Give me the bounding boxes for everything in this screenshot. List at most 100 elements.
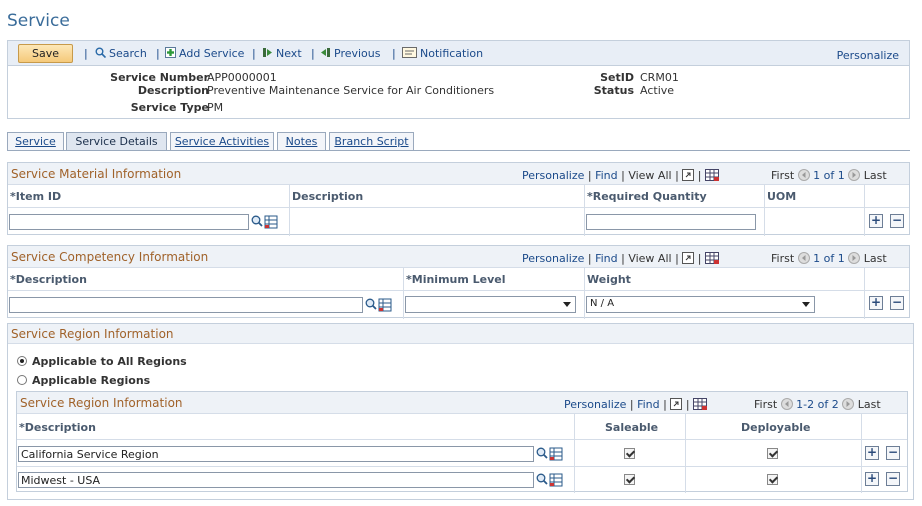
first-label[interactable]: First	[754, 398, 777, 411]
zoom-icon[interactable]	[682, 252, 695, 264]
toolbar: Save | Search | Add Service | Next | Pre…	[7, 40, 910, 66]
delete-row-button[interactable]: −	[886, 446, 900, 460]
delete-row-button[interactable]: −	[886, 472, 900, 486]
required-quantity-input[interactable]	[586, 214, 756, 230]
row-divider	[8, 290, 909, 291]
col-item-id[interactable]: *Item ID	[10, 190, 61, 203]
add-row-button[interactable]: +	[865, 472, 879, 486]
col-divider	[864, 268, 865, 319]
region-lookup-icon[interactable]	[536, 447, 564, 461]
radio-applicable-regions[interactable]	[17, 375, 27, 385]
region-section: Service Region Information Applicable to…	[7, 323, 914, 500]
competency-grid-nav: Personalize | Find | View All | |	[522, 252, 719, 265]
radio-applicable-regions-label[interactable]: Applicable Regions	[32, 374, 150, 387]
tab-service-details[interactable]: Service Details	[66, 132, 167, 151]
previous-link[interactable]: Previous	[320, 47, 381, 60]
tab-notes[interactable]: Notes	[277, 132, 326, 151]
previous-page-icon[interactable]	[780, 398, 793, 410]
next-link[interactable]: Next	[262, 47, 302, 60]
region-personalize-link[interactable]: Personalize	[564, 398, 626, 411]
item-lookup-icon[interactable]	[251, 215, 279, 229]
region-description-input[interactable]: Midwest - USA	[18, 472, 534, 488]
saleable-checkbox[interactable]	[624, 474, 635, 485]
competency-personalize-link[interactable]: Personalize	[522, 252, 584, 265]
add-service-link[interactable]: Add Service	[165, 47, 244, 60]
last-label[interactable]: Last	[858, 398, 881, 411]
nav-separator: |	[697, 169, 705, 182]
first-label[interactable]: First	[771, 252, 794, 265]
material-range: 1 of 1	[813, 169, 845, 182]
zoom-icon[interactable]	[670, 398, 683, 410]
zoom-icon[interactable]	[682, 169, 695, 181]
competency-lookup-icon[interactable]	[365, 298, 393, 312]
service-number-label: Service Number	[110, 71, 209, 84]
delete-row-button[interactable]: −	[890, 296, 904, 310]
search-link[interactable]: Search	[95, 47, 147, 60]
nav-separator: |	[675, 169, 683, 182]
previous-page-icon[interactable]	[797, 169, 810, 181]
region-lookup-icon[interactable]	[536, 473, 564, 487]
weight-select[interactable]: N / A	[586, 296, 815, 313]
download-grid-icon[interactable]	[693, 398, 708, 410]
next-page-icon[interactable]	[848, 169, 861, 181]
minimum-level-select[interactable]	[405, 296, 576, 313]
col-weight[interactable]: Weight	[587, 273, 631, 286]
material-find-link[interactable]: Find	[595, 169, 618, 182]
last-label[interactable]: Last	[864, 252, 887, 265]
toolbar-separator: |	[156, 47, 160, 60]
region-find-link[interactable]: Find	[637, 398, 660, 411]
next-page-icon[interactable]	[842, 398, 855, 410]
competency-find-link[interactable]: Find	[595, 252, 618, 265]
col-deployable[interactable]: Deployable	[741, 421, 811, 434]
region-grid-title: Service Region Information	[20, 396, 183, 410]
delete-row-button[interactable]: −	[890, 214, 904, 228]
first-label[interactable]: First	[771, 169, 794, 182]
competency-description-input[interactable]	[9, 297, 363, 313]
radio-all-regions[interactable]	[17, 356, 27, 366]
col-minimum-level[interactable]: *Minimum Level	[406, 273, 506, 286]
radio-all-regions-label[interactable]: Applicable to All Regions	[32, 355, 187, 368]
region-range: 1-2 of 2	[796, 398, 839, 411]
tab-service-activities[interactable]: Service Activities	[170, 132, 274, 151]
col-uom[interactable]: UOM	[767, 190, 796, 203]
previous-page-icon[interactable]	[797, 252, 810, 264]
col-required-quantity[interactable]: *Required Quantity	[587, 190, 707, 203]
col-divider	[574, 414, 575, 493]
personalize-page-link[interactable]: Personalize	[837, 49, 899, 62]
add-row-button[interactable]: +	[865, 446, 879, 460]
setid-value: CRM01	[640, 71, 679, 84]
col-saleable[interactable]: Saleable	[605, 421, 658, 434]
competency-pager: First 1 of 1 Last	[771, 252, 887, 265]
service-type-value: PM	[207, 101, 224, 114]
deployable-checkbox[interactable]	[767, 474, 778, 485]
description-label: Description	[137, 84, 209, 97]
add-row-button[interactable]: +	[869, 214, 883, 228]
nav-separator: |	[685, 398, 694, 411]
tab-service[interactable]: Service	[7, 132, 64, 151]
deployable-checkbox[interactable]	[767, 448, 778, 459]
region-section-title: Service Region Information	[11, 327, 174, 341]
col-description[interactable]: *Description	[10, 273, 87, 286]
tab-branch-script[interactable]: Branch Script	[329, 132, 414, 151]
saleable-checkbox[interactable]	[624, 448, 635, 459]
item-id-input[interactable]	[9, 214, 249, 230]
nav-separator: |	[629, 398, 638, 411]
col-description[interactable]: Description	[292, 190, 363, 203]
material-grid-header: Service Material Information Personalize…	[8, 163, 909, 185]
notification-link[interactable]: Notification	[402, 47, 483, 60]
last-label[interactable]: Last	[864, 169, 887, 182]
service-number-value: APP0000001	[207, 71, 277, 84]
next-page-icon[interactable]	[848, 252, 861, 264]
download-grid-icon[interactable]	[704, 169, 719, 181]
competency-view-all[interactable]: View All	[628, 252, 671, 265]
save-button[interactable]: Save	[18, 44, 73, 63]
chevron-down-icon	[563, 302, 571, 307]
download-grid-icon[interactable]	[704, 252, 719, 264]
previous-arrow-icon	[321, 48, 330, 57]
add-row-button[interactable]: +	[869, 296, 883, 310]
region-description-input[interactable]: California Service Region	[18, 446, 534, 462]
col-region-description[interactable]: *Description	[19, 421, 96, 434]
search-label: Search	[109, 47, 147, 60]
material-view-all[interactable]: View All	[628, 169, 671, 182]
material-personalize-link[interactable]: Personalize	[522, 169, 584, 182]
